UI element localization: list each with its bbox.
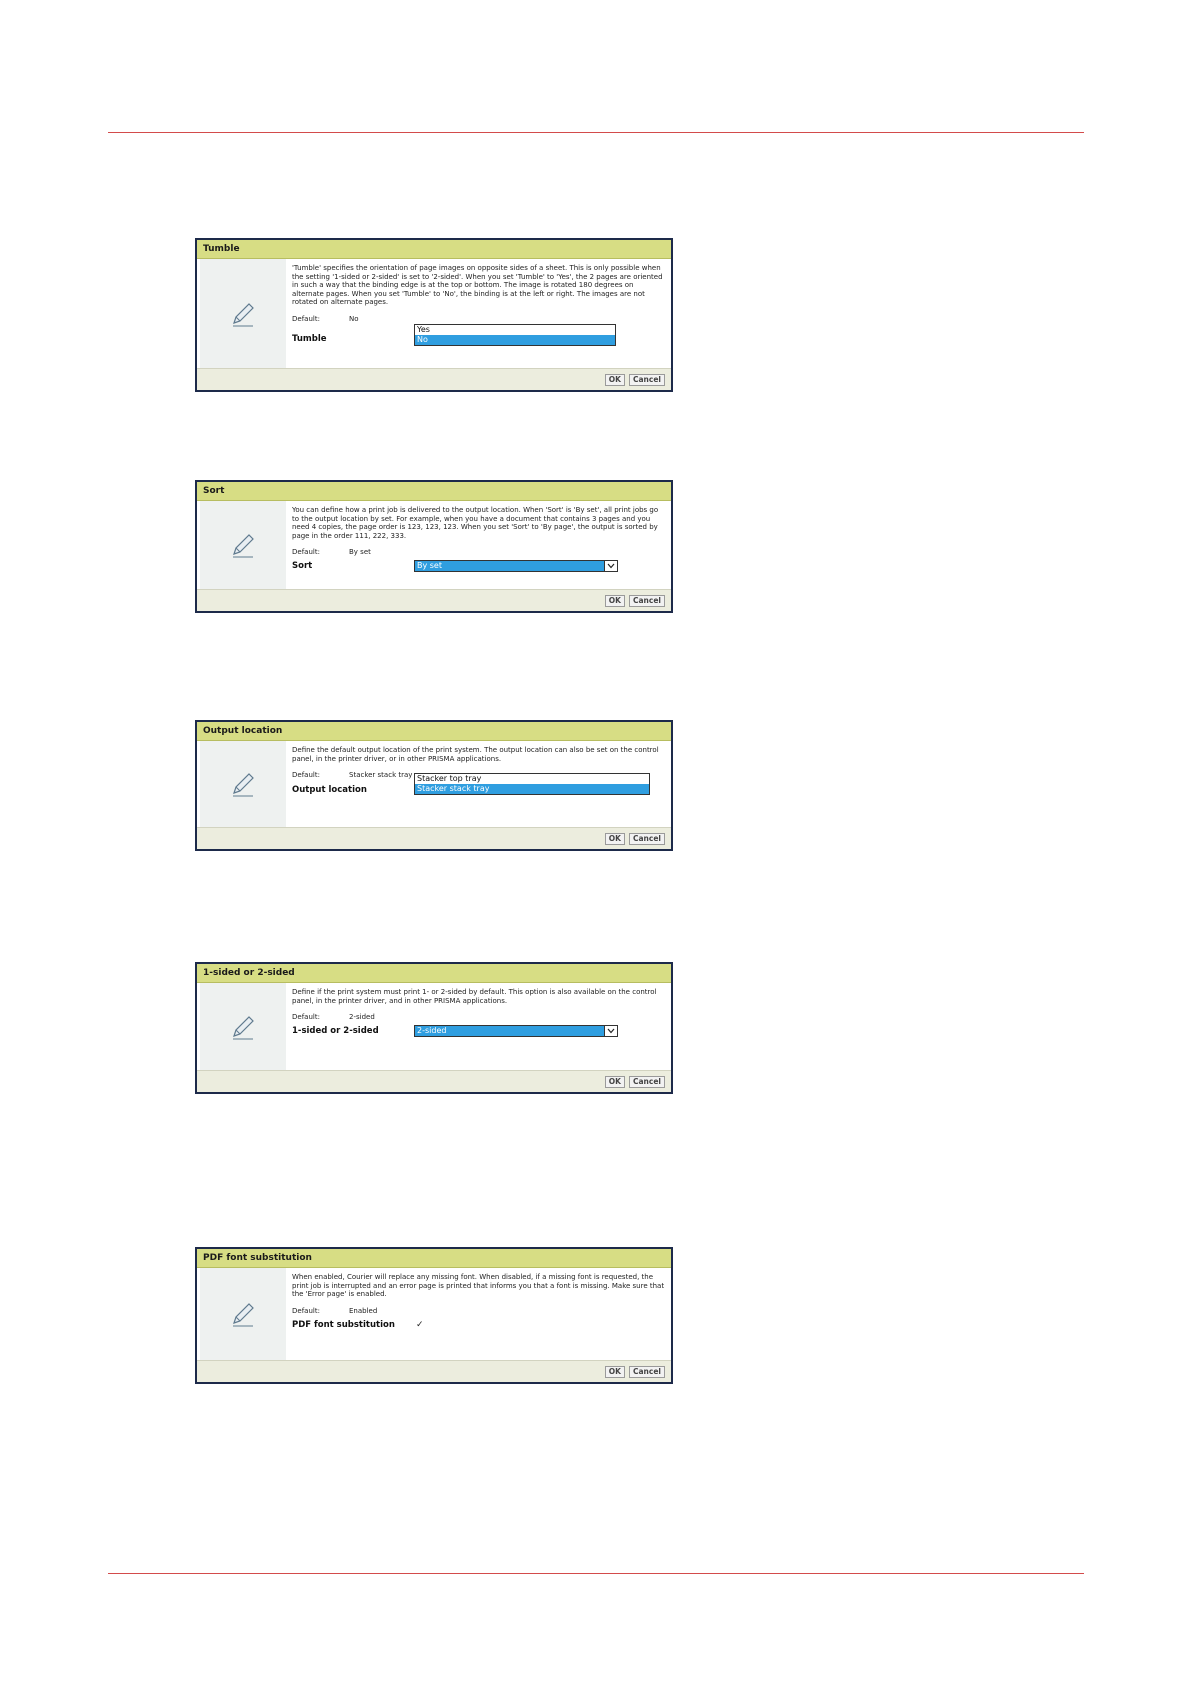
selected-value: 2-sided xyxy=(417,1026,447,1036)
ok-button[interactable]: OK xyxy=(604,1075,625,1088)
chevron-down-icon[interactable] xyxy=(604,1026,617,1037)
tumble-listbox[interactable]: Yes No xyxy=(414,323,616,346)
ok-button[interactable]: OK xyxy=(604,832,625,845)
dialog-title: Output location xyxy=(197,722,671,741)
default-label: Default: xyxy=(292,1306,320,1315)
top-rule xyxy=(108,132,1084,133)
option-no[interactable]: No xyxy=(415,334,615,345)
option-stacker-top-tray[interactable]: Stacker top tray xyxy=(415,774,649,784)
cancel-button[interactable]: Cancel xyxy=(628,832,665,845)
setting-label: Tumble xyxy=(292,333,327,344)
ok-button[interactable]: OK xyxy=(604,594,625,607)
selected-value: By set xyxy=(417,561,442,571)
default-label: Default: xyxy=(292,771,320,780)
tumble-dialog: Tumble 'Tumble' specifies the orientatio… xyxy=(195,238,673,392)
default-value: Enabled xyxy=(349,1306,378,1315)
default-value: By set xyxy=(349,548,371,557)
option-stacker-stack-tray[interactable]: Stacker stack tray xyxy=(415,784,649,795)
pdf-font-substitution-checkbox[interactable]: ✓ xyxy=(416,1320,425,1330)
duplex-dialog: 1-sided or 2-sided Define if the print s… xyxy=(195,962,673,1094)
pencil-icon xyxy=(233,1303,254,1327)
pdf-font-substitution-dialog: PDF font substitution When enabled, Cour… xyxy=(195,1247,673,1384)
default-label: Default: xyxy=(292,548,320,557)
dialog-title: Sort xyxy=(197,482,671,501)
dialog-description: Define if the print system must print 1-… xyxy=(292,988,657,1005)
duplex-select[interactable]: 2-sided xyxy=(414,1025,618,1038)
pencil-icon xyxy=(233,534,254,558)
default-label: Default: xyxy=(292,314,320,323)
pencil-icon xyxy=(233,1015,254,1039)
setting-label: Output location xyxy=(292,785,367,796)
dialog-description: Define the default output location of th… xyxy=(292,746,659,763)
ok-button[interactable]: OK xyxy=(604,373,625,386)
setting-label: 1-sided or 2-sided xyxy=(292,1026,379,1037)
pencil-icon xyxy=(233,302,254,326)
dialog-description: You can define how a print job is delive… xyxy=(292,506,659,540)
ok-button[interactable]: OK xyxy=(604,1365,625,1378)
cancel-button[interactable]: Cancel xyxy=(628,373,665,386)
default-value: 2-sided xyxy=(349,1013,375,1022)
sort-select[interactable]: By set xyxy=(414,560,618,573)
default-value: Stacker stack tray xyxy=(349,771,413,780)
default-value: No xyxy=(349,314,359,323)
cancel-button[interactable]: Cancel xyxy=(628,1075,665,1088)
cancel-button[interactable]: Cancel xyxy=(628,1365,665,1378)
dialog-title: Tumble xyxy=(197,240,671,259)
dialog-description: 'Tumble' specifies the orientation of pa… xyxy=(292,264,663,307)
setting-label: PDF font substitution xyxy=(292,1319,395,1330)
bottom-rule xyxy=(108,1573,1084,1574)
dialog-description: When enabled, Courier will replace any m… xyxy=(292,1273,665,1299)
sort-dialog: Sort You can define how a print job is d… xyxy=(195,480,673,613)
pencil-icon xyxy=(233,773,254,797)
default-label: Default: xyxy=(292,1013,320,1022)
dialog-title: PDF font substitution xyxy=(197,1249,671,1268)
setting-label: Sort xyxy=(292,561,313,572)
output-location-listbox[interactable]: Stacker top tray Stacker stack tray xyxy=(414,773,650,796)
cancel-button[interactable]: Cancel xyxy=(628,594,665,607)
dialog-title: 1-sided or 2-sided xyxy=(197,964,671,983)
chevron-down-icon[interactable] xyxy=(604,561,617,572)
option-yes[interactable]: Yes xyxy=(415,325,615,335)
output-location-dialog: Output location Define the default outpu… xyxy=(195,720,673,851)
